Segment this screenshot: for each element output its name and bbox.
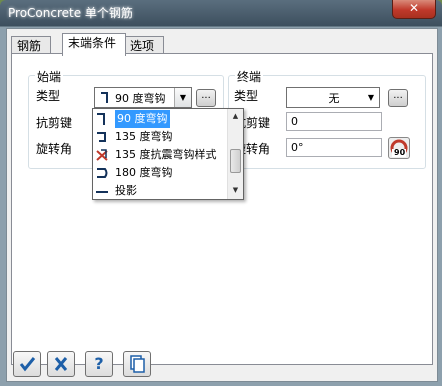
chevron-down-icon[interactable]: ▼ xyxy=(174,88,191,107)
close-button[interactable]: ✕ xyxy=(392,0,436,19)
scrollbar-thumb[interactable] xyxy=(230,149,241,173)
rotate-90-label: 90 xyxy=(394,148,406,157)
help-button[interactable]: ? xyxy=(85,351,113,377)
start-type-value: 90 度弯钩 xyxy=(115,92,166,105)
dropdown-option[interactable]: 135 度弯钩 xyxy=(93,128,227,146)
dropdown-option-label: 180 度弯钩 xyxy=(115,166,173,179)
dropdown-option-label: 135 度弯钩 xyxy=(115,130,173,143)
start-type-select[interactable]: 90 度弯钩 ▼ xyxy=(94,87,192,108)
end-type-label: 类型 xyxy=(234,89,259,103)
scroll-up-icon[interactable]: ▲ xyxy=(229,109,242,124)
dropdown-option-label: 投影 xyxy=(115,184,137,197)
dropdown-option-label: 135 度抗震弯钩样式 xyxy=(115,148,217,161)
start-rotation-label: 旋转角 xyxy=(36,142,73,156)
dropdown-option[interactable]: 投影 xyxy=(93,182,227,199)
dropdown-scrollbar[interactable]: ▲ ▼ xyxy=(227,109,243,199)
cancel-icon xyxy=(54,357,68,371)
dialog-window: ProConcrete 单个钢筋 ✕ 钢筋 末端条件 选项 始端 类型 90 度… xyxy=(0,0,442,386)
title-bar[interactable]: ProConcrete 单个钢筋 ✕ xyxy=(0,0,442,27)
hook-90-icon xyxy=(99,91,111,107)
chevron-down-icon[interactable]: ▼ xyxy=(363,88,379,107)
checkmark-icon xyxy=(19,357,36,372)
start-type-label: 类型 xyxy=(36,89,61,103)
end-rotation-input[interactable]: 0° xyxy=(286,138,382,157)
dropdown-option-label: 90 度弯钩 xyxy=(115,110,170,128)
dropdown-option[interactable]: 135 度抗震弯钩样式 xyxy=(93,146,227,164)
type-dropdown-list[interactable]: 90 度弯钩 135 度弯钩 135 度抗震弯钩样式 180 度弯钩 投影 ▲ … xyxy=(92,108,244,200)
hook-135-icon xyxy=(95,130,109,144)
end-type-value: 无 xyxy=(328,92,340,105)
projection-icon xyxy=(95,184,109,198)
dropdown-option[interactable]: 180 度弯钩 xyxy=(93,164,227,182)
ok-button[interactable] xyxy=(13,351,41,377)
end-shear-input[interactable]: 0 xyxy=(286,112,382,131)
end-type-select[interactable]: 无 ▼ xyxy=(286,87,380,108)
dropdown-option[interactable]: 90 度弯钩 xyxy=(93,110,227,128)
window-title: ProConcrete 单个钢筋 xyxy=(8,6,133,20)
tab-end-conditions[interactable]: 末端条件 xyxy=(62,33,126,56)
end-group-label: 终端 xyxy=(235,68,264,85)
copy-button[interactable] xyxy=(123,351,151,377)
dialog-client-area: 钢筋 末端条件 选项 始端 类型 90 度弯钩 ▼ ... 抗剪键 旋转角 终端 xyxy=(6,28,438,382)
tab-panel: 始端 类型 90 度弯钩 ▼ ... 抗剪键 旋转角 终端 类型 无 ▼ ...… xyxy=(11,53,433,365)
seismic-hook-icon xyxy=(95,148,109,162)
copy-icon xyxy=(130,355,145,373)
rotate-90-button[interactable]: 90 xyxy=(388,137,410,159)
cancel-button[interactable] xyxy=(47,351,75,377)
scroll-down-icon[interactable]: ▼ xyxy=(229,183,242,198)
start-browse-button[interactable]: ... xyxy=(196,89,216,107)
start-shear-label: 抗剪键 xyxy=(36,116,73,130)
start-group-label: 始端 xyxy=(35,68,64,85)
end-browse-button[interactable]: ... xyxy=(388,89,408,107)
hook-90-icon xyxy=(95,112,109,126)
hook-180-icon xyxy=(95,166,109,180)
